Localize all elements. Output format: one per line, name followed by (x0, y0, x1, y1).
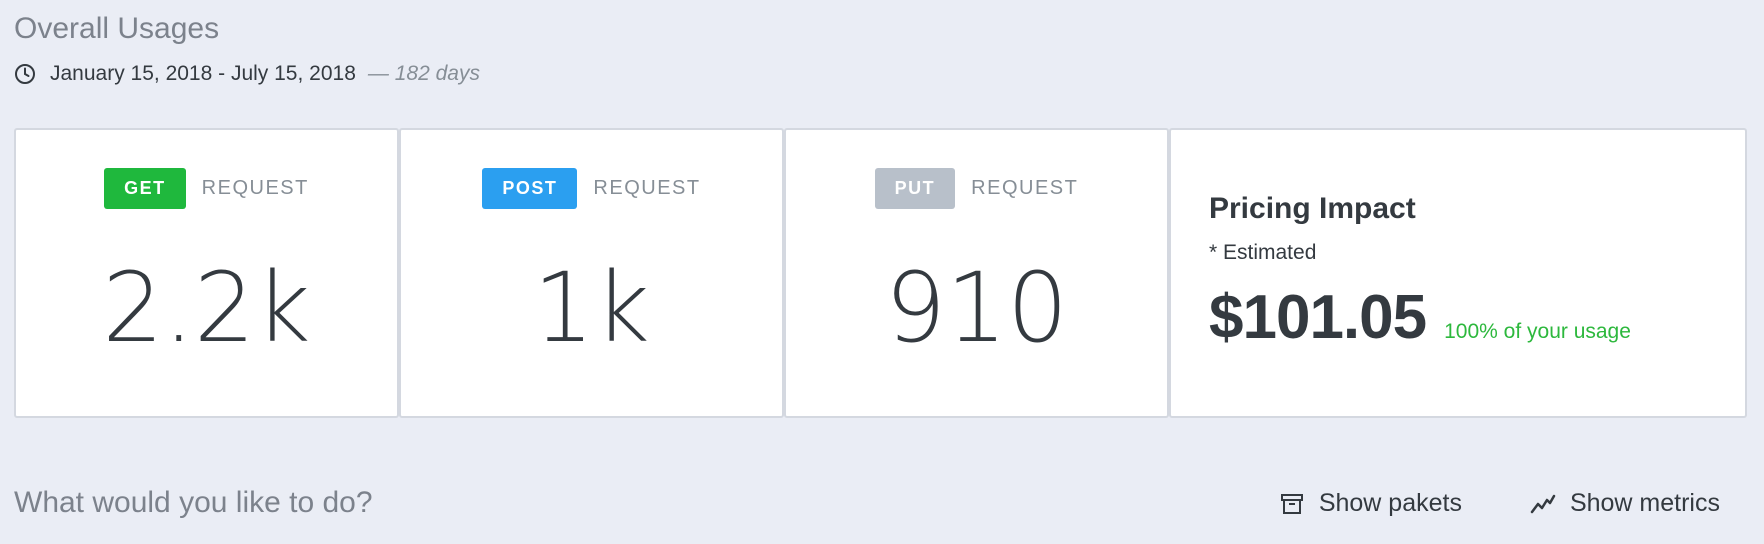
request-label: REQUEST (971, 177, 1079, 199)
actions-question: What would you like to do? (14, 486, 373, 519)
show-pakets-label: Show pakets (1318, 489, 1462, 517)
get-request-card: GET REQUEST 2.2k (14, 128, 399, 418)
usage-cards: GET REQUEST 2.2k POST REQUEST 1k PUT REQ… (14, 128, 1748, 418)
actions-bar: Show pakets Show metrics (1279, 489, 1720, 518)
date-range-row: January 15, 2018 - July 15, 2018 — 182 d… (14, 61, 480, 87)
clock-icon (14, 63, 36, 85)
show-metrics-button[interactable]: Show metrics (1530, 489, 1720, 518)
post-request-count: 1k (533, 252, 650, 364)
pricing-title: Pricing Impact (1209, 192, 1416, 225)
date-range: January 15, 2018 - July 15, 2018 (50, 62, 356, 85)
get-request-count: 2.2k (102, 252, 311, 364)
usage-percent: 100% of your usage (1444, 320, 1631, 343)
pricing-impact-card: Pricing Impact * Estimated $101.05 100% … (1169, 128, 1747, 418)
archive-icon (1280, 493, 1303, 514)
post-request-card: POST REQUEST 1k (399, 128, 784, 418)
put-badge: PUT (874, 168, 956, 209)
pricing-amount: $101.05 (1209, 283, 1427, 352)
trend-line-icon (1530, 494, 1556, 513)
page-title: Overall Usages (14, 12, 220, 45)
post-badge: POST (482, 168, 578, 209)
put-request-count: 910 (884, 252, 1069, 364)
date-days: — 182 days (367, 62, 480, 85)
put-request-card: PUT REQUEST 910 (784, 128, 1169, 418)
show-pakets-button[interactable]: Show pakets (1279, 489, 1462, 518)
show-metrics-label: Show metrics (1569, 489, 1720, 517)
request-label: REQUEST (593, 177, 701, 199)
pricing-note: * Estimated (1209, 241, 1317, 264)
get-badge: GET (104, 168, 186, 209)
request-label: REQUEST (201, 177, 309, 199)
